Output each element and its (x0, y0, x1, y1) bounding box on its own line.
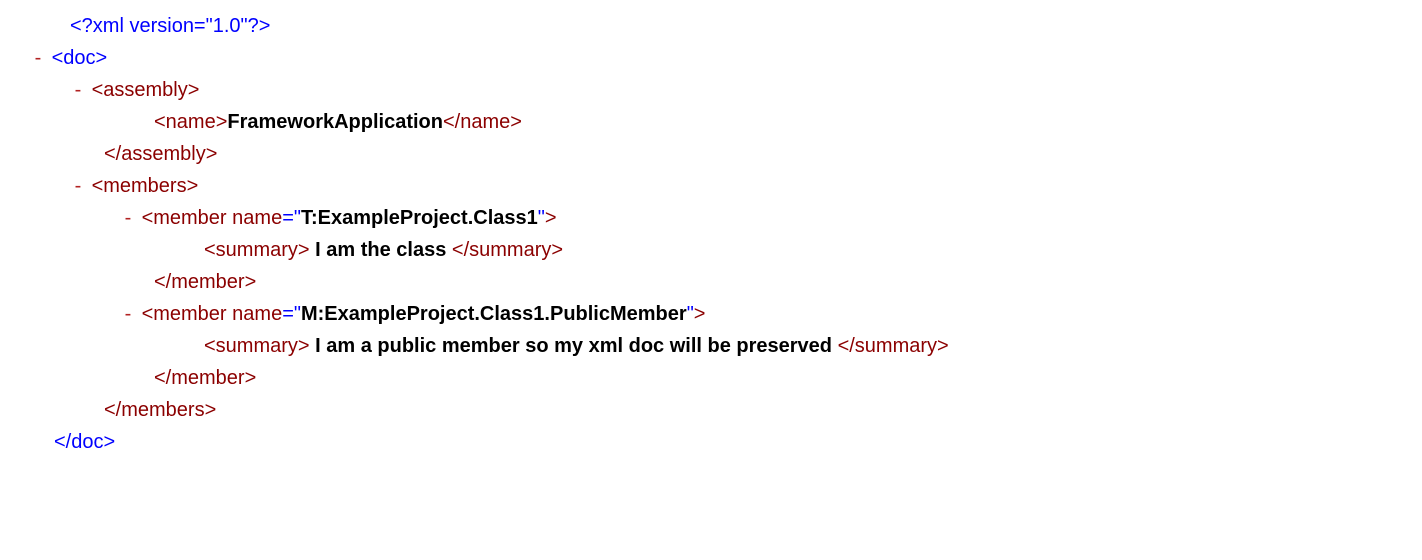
assembly-close-line: </assembly> (30, 138, 1392, 170)
member1-open-start: <member (142, 207, 227, 229)
members-open-tag: <members> (92, 175, 199, 197)
doc-close-line: </doc> (30, 426, 1392, 458)
summary-open-1: <summary> (204, 239, 310, 261)
member1-close-line: </member> (30, 266, 1392, 298)
members-close-tag: </members> (104, 399, 216, 421)
doc-open-line: - <doc> (30, 42, 1392, 74)
assembly-open-tag: <assembly> (92, 79, 200, 101)
summary-open-2: <summary> (204, 335, 310, 357)
members-open-line: - <members> (30, 170, 1392, 202)
assembly-close-tag: </assembly> (104, 143, 217, 165)
name-close-tag: </name> (443, 111, 522, 133)
summary-close-2: </summary> (838, 335, 949, 357)
summary-close-1: </summary> (452, 239, 563, 261)
toggle-doc[interactable]: - (30, 42, 46, 74)
member2-open-start: <member (142, 303, 227, 325)
member2-attr-name: name (232, 303, 282, 325)
member2-close-tag: </member> (154, 367, 256, 389)
member2-open-line: - <member name="M:ExampleProject.Class1.… (30, 298, 1392, 330)
member1-summary-value: I am the class (310, 239, 452, 261)
toggle-member1[interactable]: - (120, 202, 136, 234)
xml-decl-text: <?xml version="1.0"?> (70, 15, 270, 37)
member1-summary-line: <summary> I am the class </summary> (30, 234, 1392, 266)
name-open-tag: <name> (154, 111, 227, 133)
member2-close-line: </member> (30, 362, 1392, 394)
member1-name-value: T:ExampleProject.Class1 (301, 207, 538, 229)
member1-open-line: - <member name="T:ExampleProject.Class1"… (30, 202, 1392, 234)
doc-open-tag: <doc> (52, 47, 108, 69)
assembly-open-line: - <assembly> (30, 74, 1392, 106)
name-line: <name>FrameworkApplication</name> (30, 106, 1392, 138)
member2-name-value: M:ExampleProject.Class1.PublicMember (301, 303, 687, 325)
toggle-assembly[interactable]: - (70, 74, 86, 106)
toggle-member2[interactable]: - (120, 298, 136, 330)
member2-summary-value: I am a public member so my xml doc will … (310, 335, 838, 357)
xml-declaration: <?xml version="1.0"?> (30, 10, 1392, 42)
doc-close-tag: </doc> (54, 431, 115, 453)
member1-close-tag: </member> (154, 271, 256, 293)
assembly-name-value: FrameworkApplication (227, 111, 443, 133)
members-close-line: </members> (30, 394, 1392, 426)
member2-summary-line: <summary> I am a public member so my xml… (30, 330, 1392, 362)
member1-attr-name: name (232, 207, 282, 229)
toggle-members[interactable]: - (70, 170, 86, 202)
